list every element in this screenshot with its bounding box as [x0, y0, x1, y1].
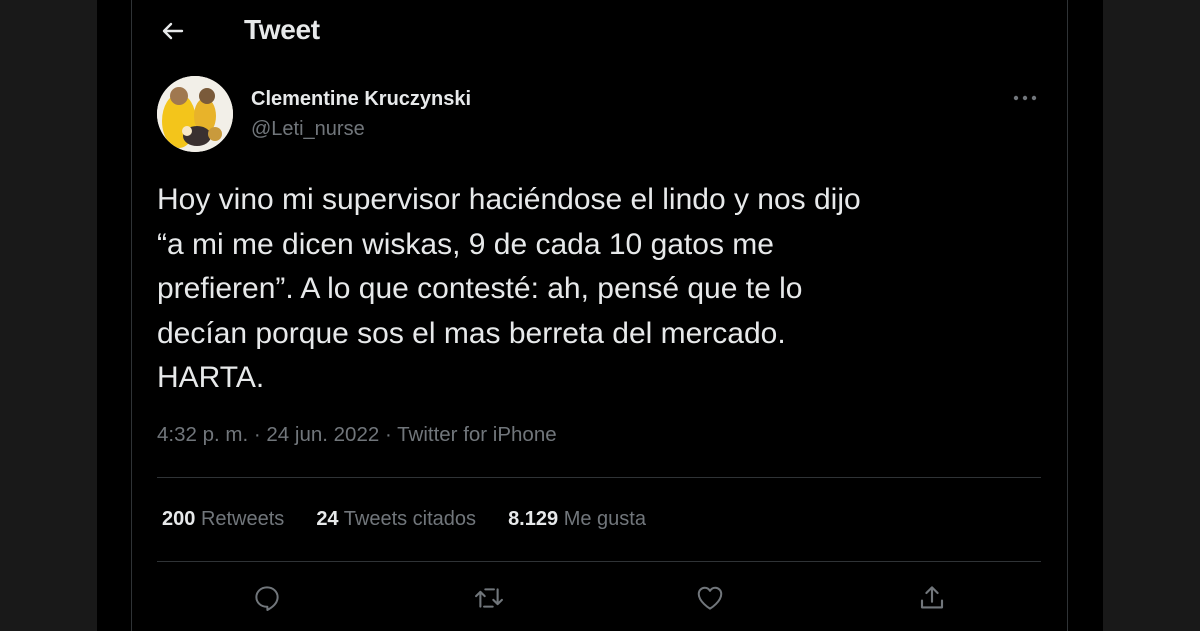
meta-separator: ·	[384, 423, 392, 446]
retweet-button[interactable]	[469, 578, 509, 618]
quotes-stat[interactable]: 24 Tweets citados	[316, 508, 476, 531]
header: Tweet	[132, 0, 1067, 62]
tweet-column: Tweet Clementine Kruczynski @Leti_nurse …	[131, 0, 1068, 631]
reply-icon	[252, 583, 282, 613]
tweet-stats: 200 Retweets 24 Tweets citados 8.129 Me …	[162, 508, 678, 531]
reply-button[interactable]	[247, 578, 287, 618]
divider	[157, 477, 1041, 478]
divider	[157, 561, 1041, 562]
arrow-left-icon	[161, 19, 185, 43]
tweet-meta: 4:32 p. m. · 24 jun. 2022 · Twitter for …	[157, 423, 557, 447]
tweet-date[interactable]: 24 jun. 2022	[266, 423, 379, 446]
share-icon	[917, 583, 947, 613]
author-name[interactable]: Clementine Kruczynski	[251, 88, 471, 111]
retweets-stat[interactable]: 200 Retweets	[162, 508, 284, 531]
retweets-count: 200	[162, 508, 196, 530]
share-button[interactable]	[912, 578, 952, 618]
quotes-count: 24	[316, 508, 339, 530]
back-button[interactable]	[154, 14, 192, 48]
likes-count: 8.129	[508, 508, 559, 530]
like-icon	[695, 583, 725, 613]
like-button[interactable]	[690, 578, 730, 618]
page-title: Tweet	[244, 14, 320, 45]
quotes-label: Tweets citados	[343, 508, 477, 530]
more-icon	[1012, 94, 1038, 102]
avatar[interactable]	[157, 76, 233, 152]
tweet-time[interactable]: 4:32 p. m.	[157, 423, 248, 446]
retweets-label: Retweets	[200, 508, 285, 530]
author-handle[interactable]: @Leti_nurse	[251, 118, 365, 141]
tweet-text: Hoy vino mi supervisor haciéndose el lin…	[157, 183, 861, 394]
more-options-button[interactable]	[1010, 86, 1040, 110]
likes-label: Me gusta	[563, 508, 646, 530]
tweet-actions	[132, 578, 1067, 618]
tweet-source[interactable]: Twitter for iPhone	[397, 423, 557, 446]
likes-stat[interactable]: 8.129 Me gusta	[508, 508, 646, 531]
meta-separator: ·	[253, 423, 261, 446]
retweet-icon	[473, 583, 505, 613]
